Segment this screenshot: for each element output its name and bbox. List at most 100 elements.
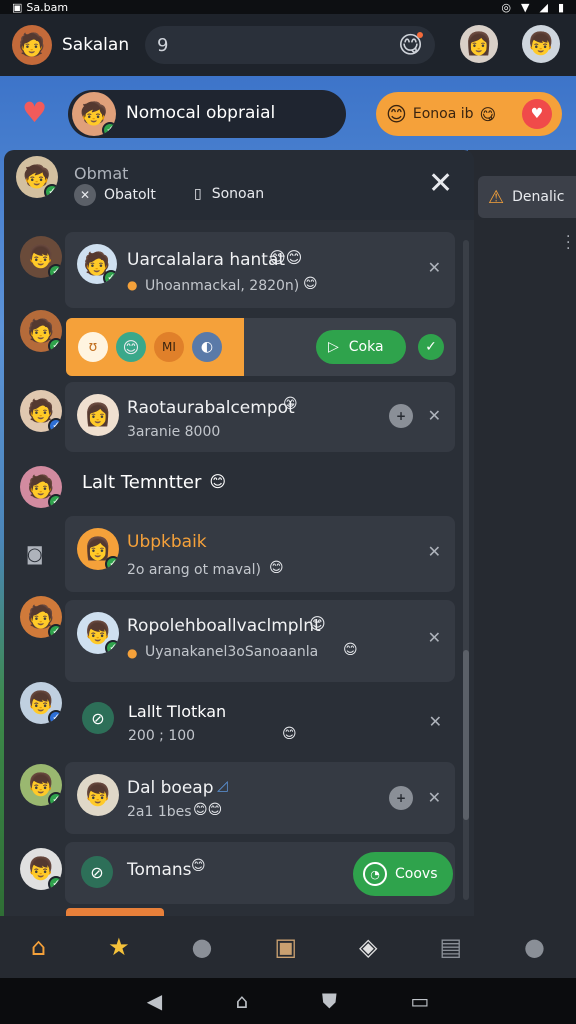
- chip-2[interactable]: ▯ Sonoan: [194, 186, 264, 202]
- top-bar: 🧑 Sakalan 9 😋 👩 👦: [0, 14, 576, 76]
- shield-icon[interactable]: ⛊: [322, 989, 337, 1013]
- status-text: Sa.bam: [26, 0, 69, 14]
- smile-icon[interactable]: ʊ: [78, 332, 108, 362]
- notification-icon: ▣: [12, 0, 23, 14]
- chat-subtitle: 3aranie 8000: [127, 424, 221, 440]
- scrollbar-thumb[interactable]: [463, 650, 469, 820]
- heart-icon[interactable]: ♥: [22, 96, 47, 129]
- online-badge: ✓: [48, 876, 62, 890]
- box-icon[interactable]: ◈: [359, 933, 377, 961]
- contact-avatar-2[interactable]: 👦: [522, 25, 560, 63]
- briefcase-icon[interactable]: ▤: [439, 933, 462, 961]
- system-nav: ◀ ⌂ ⛊ ▭: [0, 978, 576, 1024]
- chat-card[interactable]: 👩 ✓ Ubpkbaik 2o arang ot maval) 😊 ✕: [65, 516, 455, 592]
- promo-pill[interactable]: 😊 Eonoa ib 😋 ♥: [376, 92, 562, 136]
- dismiss-button[interactable]: ✕: [428, 542, 441, 561]
- promo-label: Eonoa ib: [412, 106, 474, 122]
- recents-icon[interactable]: ▭: [410, 989, 429, 1013]
- info-button[interactable]: +: [389, 404, 413, 428]
- online-badge: ✓: [102, 122, 116, 136]
- banner-avatar: 🧒 ✓: [72, 92, 116, 136]
- side-tab[interactable]: ⚠ Denalic: [478, 176, 576, 218]
- check-icon[interactable]: ✓: [418, 334, 444, 360]
- more-icon[interactable]: · · ·: [566, 230, 570, 256]
- dismiss-button[interactable]: ✕: [429, 712, 442, 731]
- side-avatar-7[interactable]: 👦 ✓: [20, 764, 62, 806]
- side-avatar-4[interactable]: 🧑 ✓: [20, 466, 62, 508]
- banner-pill[interactable]: 🧒 ✓ Nomocal obpraial: [68, 90, 346, 138]
- edit-icon: ◿: [217, 778, 228, 794]
- emoji-icon: 😊: [269, 560, 284, 576]
- dismiss-button[interactable]: ✕: [428, 788, 441, 807]
- status-bar: ▣ Sa.bam ◎ ▼ ◢ ▮: [0, 0, 576, 14]
- info-button[interactable]: +: [389, 786, 413, 810]
- emoji-icon: 😊: [282, 726, 297, 742]
- emoji-icon: 😊: [209, 472, 227, 491]
- ball-icon[interactable]: ◐: [192, 332, 222, 362]
- vpn-icon: ◎: [501, 0, 511, 14]
- play-button[interactable]: ▷ Coka: [316, 330, 406, 364]
- chat-title: Tomans: [127, 860, 192, 880]
- verified-badge: ✓: [48, 418, 62, 432]
- action-row[interactable]: ʊ 😊 MI ◐ ▷ Coka ✓: [66, 318, 456, 376]
- home-system-icon[interactable]: ⌂: [236, 989, 249, 1013]
- profile-avatar[interactable]: 🧑: [12, 25, 52, 65]
- tag-icon: ✕: [74, 184, 96, 206]
- dismiss-button[interactable]: ✕: [428, 258, 441, 277]
- chat-title: Ubpkbaik: [127, 532, 207, 552]
- gift-icon[interactable]: ▣: [274, 933, 297, 961]
- heart-badge-icon[interactable]: ♥: [522, 99, 552, 129]
- home-icon[interactable]: ⌂: [31, 933, 46, 961]
- side-avatar-3[interactable]: 🧑 ✓: [20, 390, 62, 432]
- banner-name: Nomocal obpraial: [126, 103, 276, 123]
- back-icon[interactable]: ◀: [147, 989, 162, 1013]
- side-avatar-6[interactable]: 👦 ✓: [20, 682, 62, 724]
- star-icon[interactable]: ★: [108, 933, 130, 961]
- bomb-icon[interactable]: ●: [524, 933, 545, 961]
- section-title: Lalt Temntter: [82, 472, 202, 493]
- contact-avatar-1[interactable]: 👩: [460, 25, 498, 63]
- cover-button[interactable]: ◔ Coovs: [353, 852, 453, 896]
- chat-card[interactable]: 👩 Raotaurabalcempot 😊 3aranie 8000 + ✕: [65, 382, 455, 452]
- side-avatar-2[interactable]: 🧑 ✓: [20, 310, 62, 352]
- chat-subtitle: Uhoanmackal, 2820n): [145, 278, 300, 294]
- wifi-icon: ▼: [521, 0, 530, 14]
- chat-avatar: 👩: [77, 394, 119, 436]
- close-icon[interactable]: ✕: [428, 166, 453, 201]
- online-badge: ✓: [48, 624, 62, 638]
- chat-avatar: 👦 ✓: [77, 612, 119, 654]
- chat-subtitle: 2o arang ot maval): [127, 562, 261, 578]
- search-bar[interactable]: 9 😋: [145, 26, 435, 64]
- online-badge: ✓: [48, 792, 62, 806]
- online-badge: ✓: [48, 494, 62, 508]
- chat-avatar: 👩 ✓: [77, 528, 119, 570]
- chip-1[interactable]: ✕ Obatolt: [74, 184, 156, 206]
- side-avatar-1[interactable]: 👦 ✓: [20, 236, 62, 278]
- smile-icon[interactable]: 😊: [116, 332, 146, 362]
- chip-1-label: Obatolt: [104, 187, 156, 203]
- chat-card[interactable]: ⊘ Tomans 😊 ◔ Coovs: [65, 842, 455, 904]
- chat-card[interactable]: 👦 ✓ Ropolehboallvaclmplnt 😊 ● Uyanakanel3…: [65, 600, 455, 682]
- chat-row[interactable]: ⊘ Lallt Tlotkan 200 ; 100 😊 ✕: [66, 690, 456, 756]
- play-icon: ▷: [328, 339, 339, 355]
- side-tab-label: Denalic: [512, 189, 565, 205]
- chat-card[interactable]: 🧑 ✓ Uarcalalara hantat 😊😊 ● Uhoanmackal, …: [65, 232, 455, 308]
- chat-subtitle: Uyanakanel3oSanoaanla: [145, 644, 319, 660]
- dismiss-button[interactable]: ✕: [428, 628, 441, 647]
- side-avatar-5[interactable]: 🧑 ✓: [20, 596, 62, 638]
- reaction-bar: ʊ 😊 MI ◐: [66, 318, 244, 376]
- reaction-chip[interactable]: MI: [154, 332, 184, 362]
- person-icon[interactable]: ●: [192, 933, 213, 961]
- chat-subtitle: 2a1 1bes: [127, 804, 192, 820]
- emoji-icon: 😊: [303, 276, 318, 292]
- side-avatar-8[interactable]: 👦 ✓: [20, 848, 62, 890]
- smile-icon: 😊: [386, 102, 407, 126]
- chat-card[interactable]: 👦 Dal boeap ◿ 2a1 1bes 😊😊 + ✕: [65, 762, 455, 834]
- chat-avatar: 👦: [77, 774, 119, 816]
- camera-icon[interactable]: ◙: [26, 544, 43, 565]
- chat-avatar: 🧑 ✓: [77, 244, 117, 284]
- section-header: Lalt Temntter 😊: [82, 472, 226, 493]
- dismiss-button[interactable]: ✕: [428, 406, 441, 425]
- online-badge: ✓: [105, 640, 119, 654]
- emoji-icon: 😊😊: [193, 802, 223, 818]
